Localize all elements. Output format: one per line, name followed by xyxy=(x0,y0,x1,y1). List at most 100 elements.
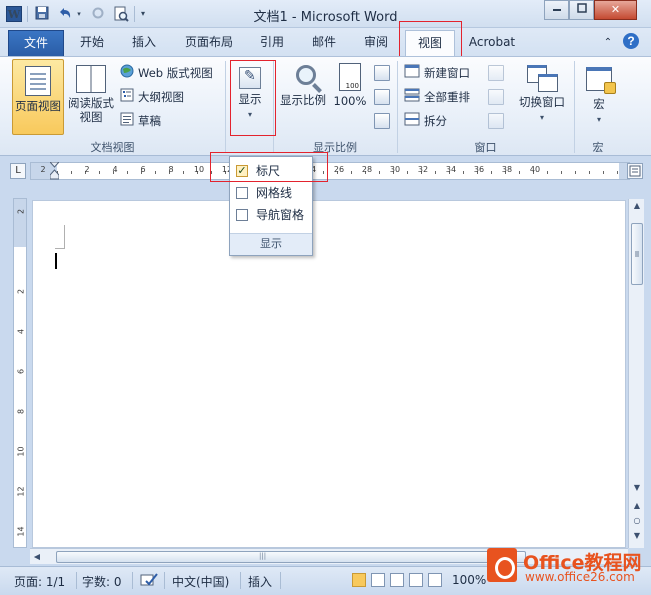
ruler-number: 34 xyxy=(445,165,457,174)
synchronous-scrolling-icon[interactable] xyxy=(488,89,504,105)
select-browse-object-icon[interactable]: ○ xyxy=(629,514,645,528)
ruler-tick xyxy=(183,171,184,174)
switch-windows-button[interactable]: 切换窗口 ▾ xyxy=(514,59,570,131)
web-view-button[interactable]: Web 版式视图 xyxy=(120,63,213,83)
tab-acrobat[interactable]: Acrobat xyxy=(462,30,522,56)
tab-references[interactable]: 引用 xyxy=(250,30,294,56)
proofing-icon[interactable] xyxy=(140,572,158,591)
ruler-number: 2 xyxy=(16,208,26,215)
new-window-button[interactable]: 新建窗口 xyxy=(404,63,470,83)
page-view-button[interactable]: 页面视图 xyxy=(12,59,64,135)
draft-icon[interactable] xyxy=(428,573,442,587)
zoom-level[interactable]: 100% xyxy=(452,573,486,587)
switch-windows-icon xyxy=(527,65,558,92)
ruler-tick xyxy=(463,171,464,174)
tab-insert[interactable]: 插入 xyxy=(122,30,166,56)
outline-view-button[interactable]: 大纲视图 xyxy=(120,87,184,107)
ruler-tick xyxy=(435,171,436,174)
watermark-url: www.office26.com xyxy=(525,570,635,584)
two-pages-icon[interactable] xyxy=(374,89,390,105)
scroll-left-icon[interactable]: ▲ xyxy=(30,550,44,564)
tab-page-layout[interactable]: 页面布局 xyxy=(174,30,244,56)
macros-dropdown-arrow-icon: ▾ xyxy=(596,115,601,124)
vertical-ruler[interactable]: 2 2 4 6 8 10 12 14 xyxy=(13,198,27,548)
reset-window-position-icon[interactable] xyxy=(488,113,504,129)
zoom-button[interactable]: 显示比例 xyxy=(276,59,330,119)
draft-view-button[interactable]: 草稿 xyxy=(120,111,161,131)
site-watermark: Office教程网 www.office26.com xyxy=(487,544,649,590)
ruler-tick xyxy=(519,171,520,174)
status-separator xyxy=(280,572,281,589)
minimize-button[interactable] xyxy=(544,0,569,20)
reading-view-label: 阅读版式 xyxy=(68,96,114,110)
language-indicator[interactable]: 中文(中国) xyxy=(172,573,229,590)
horizontal-ruler[interactable]: 2246810122022242628303234363840 xyxy=(30,162,632,180)
horizontal-scroll-thumb[interactable] xyxy=(56,551,526,563)
group-window: 新建窗口 全部重排 拆分 切换窗口 ▾ 窗口 xyxy=(398,57,573,157)
macros-icon xyxy=(586,67,616,94)
next-page-icon[interactable]: ▼ xyxy=(629,529,645,543)
word-count[interactable]: 字数: 0 xyxy=(82,573,122,590)
ruler-number: 4 xyxy=(16,328,26,335)
tab-review[interactable]: 审阅 xyxy=(354,30,398,56)
tab-file[interactable]: 文件 xyxy=(8,30,64,56)
view-side-by-side-icon[interactable] xyxy=(488,65,504,81)
status-separator xyxy=(76,572,77,589)
new-window-icon xyxy=(404,64,420,84)
full-screen-reading-icon[interactable] xyxy=(371,573,385,587)
scroll-down-icon[interactable]: ▼ xyxy=(629,481,645,495)
tab-home[interactable]: 开始 xyxy=(70,30,114,56)
show-navigation-pane-option[interactable]: 导航窗格 xyxy=(234,205,310,225)
scroll-up-icon[interactable]: ▲ xyxy=(629,199,645,213)
indent-marker-icon[interactable] xyxy=(48,161,61,180)
title-bar: W ▾ ▾ 文档1 - Microsoft Word ✕ xyxy=(0,0,651,28)
gridlines-checkbox[interactable] xyxy=(236,187,248,199)
zoom-magnifier-icon xyxy=(296,65,316,85)
reading-view-button[interactable]: 阅读版式 视图 xyxy=(66,59,116,135)
page-count[interactable]: 页面: 1/1 xyxy=(14,573,65,590)
vertical-scrollbar[interactable]: ▲ ▼ ▲ ○ ▼ xyxy=(628,199,644,548)
arrange-all-button[interactable]: 全部重排 xyxy=(404,87,470,107)
restore-button[interactable] xyxy=(569,0,594,20)
document-page[interactable] xyxy=(32,200,626,548)
print-layout-view-icon[interactable] xyxy=(352,573,366,587)
page-width-icon[interactable] xyxy=(374,113,390,129)
ribbon: 页面视图 阅读版式 视图 Web 版式视图 大纲视图 草稿 文档视图 显示 ▾ … xyxy=(0,56,651,156)
help-icon[interactable]: ? xyxy=(621,32,641,52)
close-button[interactable]: ✕ xyxy=(594,0,637,20)
ruler-number: 6 xyxy=(16,368,26,375)
zoom-100-button[interactable]: 100 100% xyxy=(332,59,368,119)
view-ruler-icon[interactable] xyxy=(627,163,643,179)
ruler-checkbox[interactable]: ✓ xyxy=(236,165,248,177)
navigation-pane-option-label: 导航窗格 xyxy=(256,208,305,222)
navigation-pane-checkbox[interactable] xyxy=(236,209,248,221)
macros-button[interactable]: 宏 ▾ xyxy=(581,59,617,131)
status-separator xyxy=(164,572,165,589)
insert-mode-indicator[interactable]: 插入 xyxy=(248,573,272,590)
outline-icon[interactable] xyxy=(409,573,423,587)
split-button[interactable]: 拆分 xyxy=(404,111,447,131)
show-button[interactable]: 显示 ▾ xyxy=(230,59,270,131)
tab-mailings[interactable]: 邮件 xyxy=(302,30,346,56)
group-label-zoom: 显示比例 xyxy=(313,141,357,154)
one-page-icon[interactable] xyxy=(374,65,390,81)
ruler-option-label: 标尺 xyxy=(256,164,281,178)
web-layout-icon[interactable] xyxy=(390,573,404,587)
arrange-all-label: 全部重排 xyxy=(424,90,470,104)
ruler-number: 38 xyxy=(501,165,513,174)
ruler-number: 14 xyxy=(16,526,26,537)
tab-selector[interactable]: L xyxy=(10,163,26,179)
vertical-scroll-thumb[interactable] xyxy=(631,223,643,285)
show-gridlines-option[interactable]: 网格线 xyxy=(234,183,310,203)
tab-view[interactable]: 视图 xyxy=(405,30,455,56)
minimize-ribbon-icon[interactable]: ⌃ xyxy=(600,30,616,56)
show-ruler-option[interactable]: ✓ 标尺 xyxy=(234,161,310,181)
ruler-tick xyxy=(211,171,212,174)
ruler-tick xyxy=(323,171,324,174)
previous-page-icon[interactable]: ▲ xyxy=(629,499,645,513)
ruler-tick xyxy=(127,171,128,174)
ruler-number: 8 xyxy=(168,165,174,174)
page-view-icon xyxy=(25,66,51,96)
show-dropdown-arrow-icon: ▾ xyxy=(247,110,252,119)
ruler-number: 6 xyxy=(140,165,146,174)
